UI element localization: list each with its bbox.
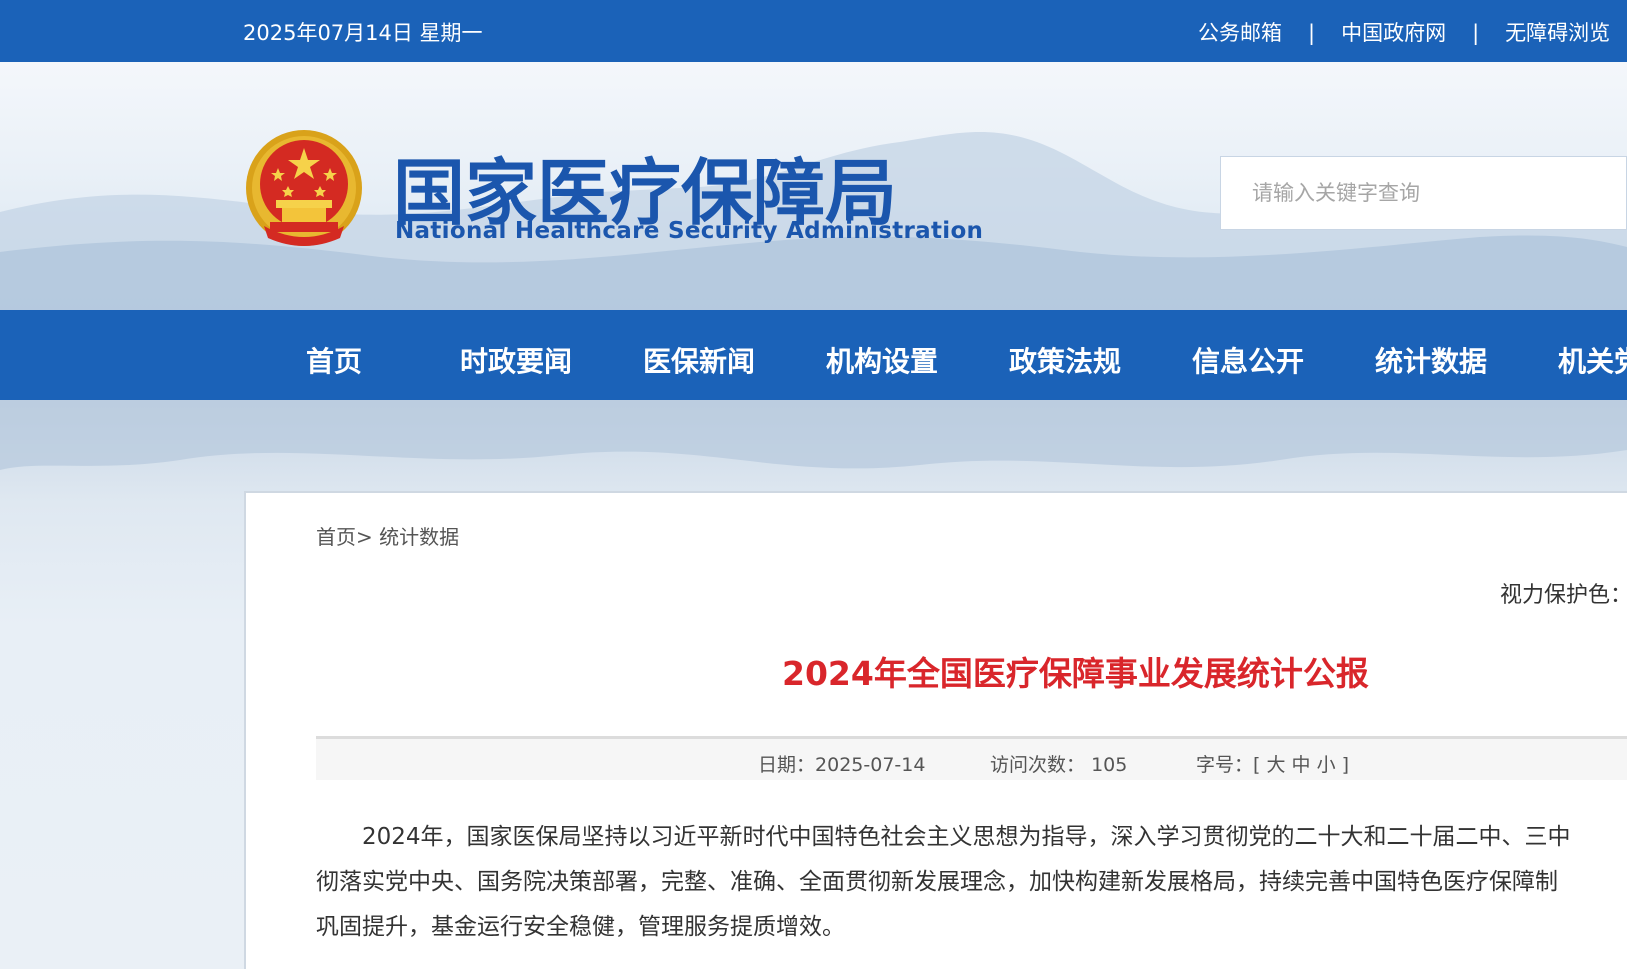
main-nav: 首页 时政要闻 医保新闻 机构设置 政策法规 信息公开 统计数据 机关党建 — [0, 310, 1627, 400]
visit-count: 访问次数： 105 — [990, 750, 1127, 777]
breadcrumb-home-link[interactable]: 首页 — [316, 525, 356, 549]
top-bar: 2025年07月14日 星期一 公务邮箱 | 中国政府网 | 无障碍浏览 — [0, 0, 1627, 62]
visits-value: 105 — [1091, 754, 1128, 776]
breadcrumb-separator: > — [356, 525, 373, 549]
article-title: 2024年全国医疗保障事业发展统计公报 — [782, 654, 1369, 693]
article-body: 2024年，国家医保局坚持以习近平新时代中国特色社会主义思想为指导，深入学习贯彻… — [316, 815, 1627, 950]
font-size-medium-button[interactable]: 中 — [1292, 754, 1311, 776]
nav-item-disclosure[interactable]: 信息公开 — [1192, 340, 1304, 380]
paragraph-line: 2024年，国家医保局坚持以习近平新时代中国特色社会主义思想为指导，深入学习贯彻… — [316, 824, 1571, 850]
gov-cn-link[interactable]: 中国政府网 — [1341, 21, 1446, 45]
nav-item-healthcare-news[interactable]: 医保新闻 — [643, 340, 755, 380]
nav-item-organization[interactable]: 机构设置 — [826, 340, 938, 380]
paragraph-line: 彻落实党中央、国务院决策部署，完整、准确、全面贯彻新发展理念，加快构建新发展格局… — [316, 869, 1558, 895]
official-email-link[interactable]: 公务邮箱 — [1198, 21, 1282, 45]
header-banner: 国家医疗保障局 National Healthcare Security Adm… — [0, 62, 1627, 310]
top-links: 公务邮箱 | 中国政府网 | 无障碍浏览 — [1198, 17, 1610, 47]
national-emblem-icon — [246, 130, 362, 246]
paragraph-line: 巩固提升，基金运行安全稳健，管理服务提质增效。 — [316, 914, 845, 940]
article-panel: 首页> 统计数据 视力保护色： 2024年全国医疗保障事业发展统计公报 日期：2… — [244, 491, 1627, 969]
article-meta: 日期：2025-07-14 访问次数： 105 字号：[ 大 中 小 ] — [316, 736, 1627, 780]
font-size-selector: 字号：[ 大 中 小 ] — [1196, 754, 1350, 776]
nav-item-statistics[interactable]: 统计数据 — [1375, 340, 1487, 380]
accessibility-link[interactable]: 无障碍浏览 — [1505, 21, 1610, 45]
breadcrumb: 首页> 统计数据 — [316, 521, 459, 550]
eye-protection-color-label: 视力保护色： — [1500, 583, 1627, 608]
site-subtitle: National Healthcare Security Administrat… — [395, 218, 984, 244]
separator: | — [1472, 21, 1480, 45]
visits-label: 访问次数： — [990, 754, 1086, 776]
date-label: 日期： — [758, 754, 816, 776]
font-size-small-button[interactable]: 小 — [1317, 754, 1336, 776]
date-value: 2025-07-14 — [815, 754, 926, 776]
separator: | — [1308, 21, 1316, 45]
publish-date: 日期：2025-07-14 — [758, 750, 925, 777]
search-box[interactable] — [1220, 156, 1627, 230]
nav-item-policies[interactable]: 政策法规 — [1009, 340, 1121, 380]
nav-item-current-affairs[interactable]: 时政要闻 — [460, 340, 572, 380]
nav-item-home[interactable]: 首页 — [306, 340, 362, 380]
current-date: 2025年07月14日 星期一 — [243, 21, 483, 45]
font-size-label: 字号： — [1196, 754, 1254, 776]
nav-item-party-building[interactable]: 机关党建 — [1558, 340, 1627, 380]
search-input[interactable] — [1221, 157, 1626, 229]
breadcrumb-statistics-link[interactable]: 统计数据 — [379, 525, 459, 549]
font-size-large-button[interactable]: 大 — [1266, 754, 1285, 776]
